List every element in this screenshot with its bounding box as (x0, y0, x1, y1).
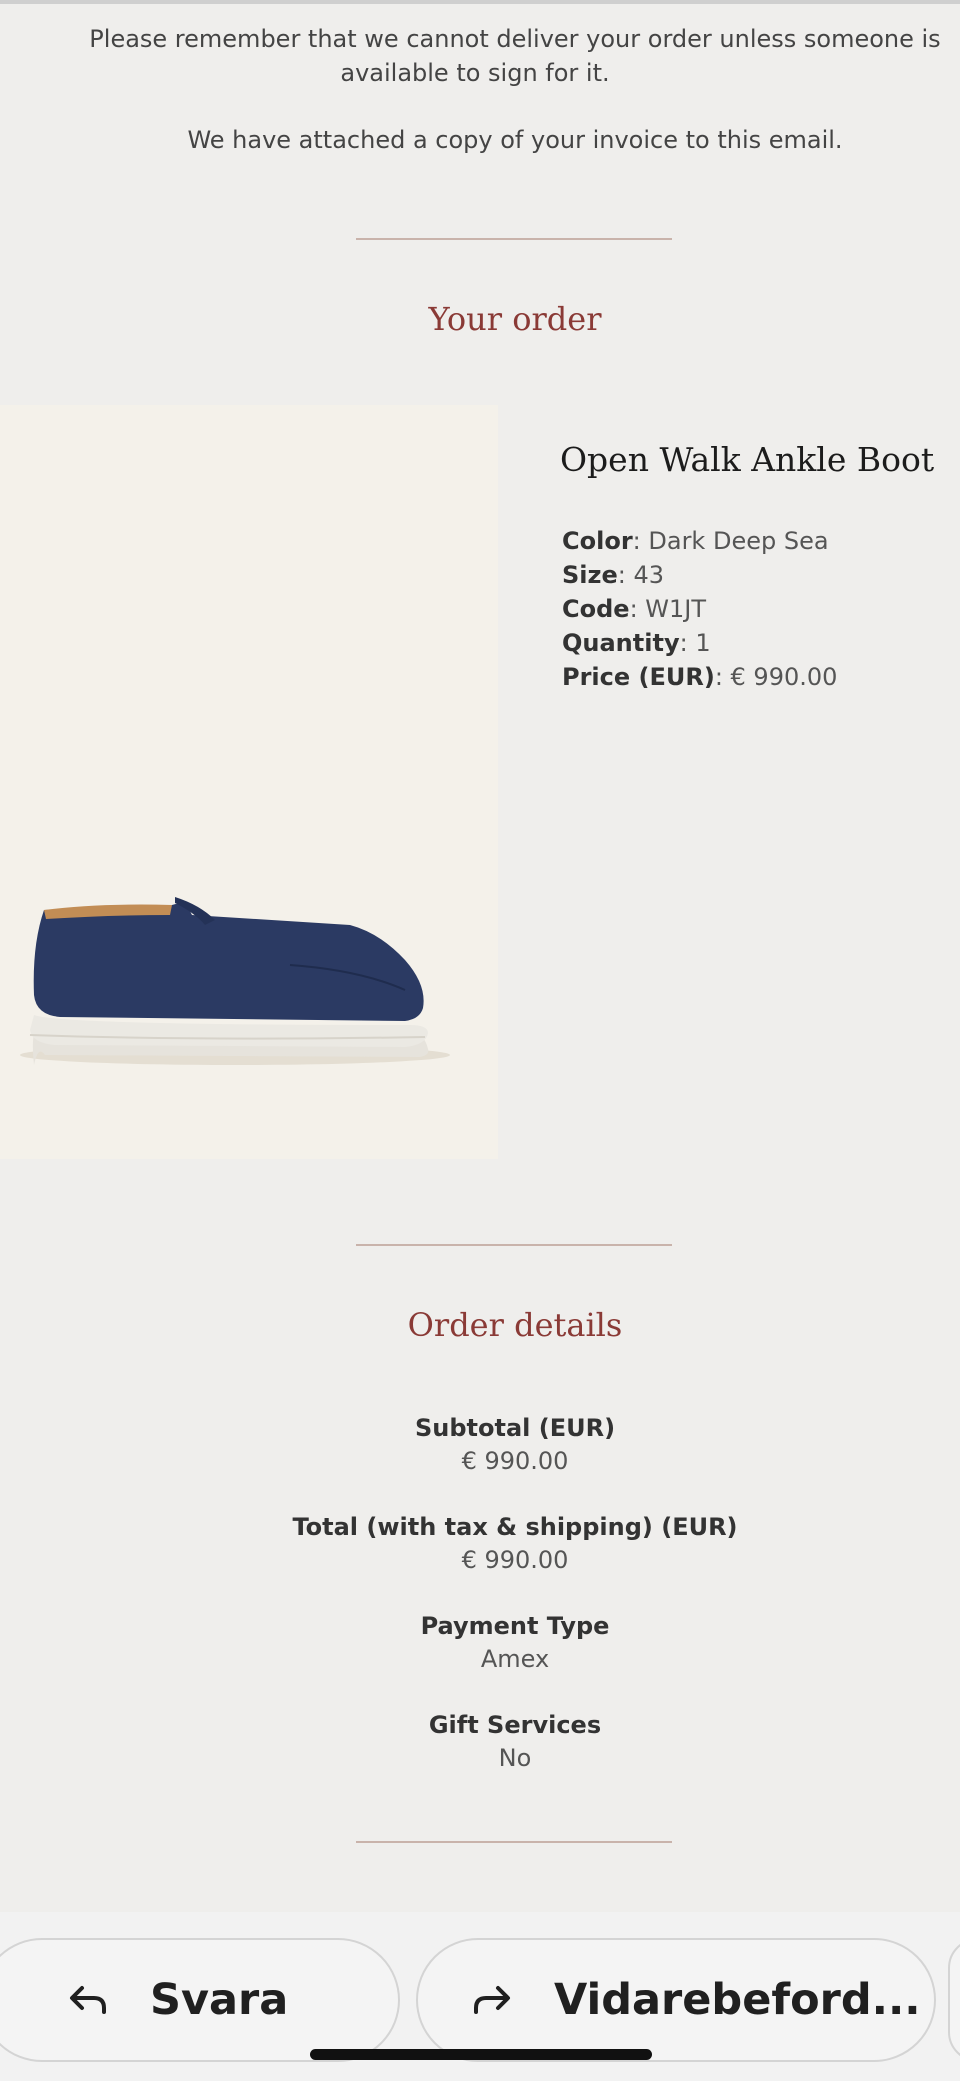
attr-price: Price (EUR): € 990.00 (562, 663, 838, 691)
attr-value: W1JT (645, 595, 707, 623)
attr-value: 1 (695, 629, 711, 657)
detail-gift-services: Gift Services No (0, 1709, 960, 1775)
reply-arrow-icon (70, 1986, 106, 2014)
detail-value: € 990.00 (461, 1447, 569, 1475)
detail-label: Payment Type (420, 1612, 610, 1640)
attr-code: Code: W1JT (562, 595, 707, 623)
reply-button[interactable]: Svara (0, 1938, 400, 2062)
home-indicator[interactable] (310, 2049, 652, 2060)
detail-subtotal: Subtotal (EUR) € 990.00 (0, 1412, 960, 1478)
detail-label: Subtotal (EUR) (414, 1414, 616, 1442)
product-name[interactable]: Open Walk Ankle Boot (560, 440, 934, 479)
order-details: Subtotal (EUR) € 990.00 Total (with tax … (0, 1412, 960, 1808)
email-body: Please remember that we cannot deliver y… (0, 0, 960, 1912)
attr-value: Dark Deep Sea (648, 527, 829, 555)
delivery-notice: Please remember that we cannot deliver y… (40, 22, 960, 90)
forward-label: Vidarebeford... (554, 1975, 921, 2025)
attr-value: 43 (633, 561, 665, 589)
forward-button[interactable]: Vidarebeford... (416, 1938, 936, 2062)
detail-total: Total (with tax & shipping) (EUR) € 990.… (0, 1511, 960, 1577)
detail-value: Amex (480, 1645, 550, 1673)
detail-label: Gift Services (428, 1711, 602, 1739)
attr-size: Size: 43 (562, 561, 665, 589)
your-order-heading: Your order (428, 300, 602, 338)
detail-label: Total (with tax & shipping) (EUR) (292, 1513, 738, 1541)
attr-value: € 990.00 (730, 663, 838, 691)
divider (356, 238, 672, 240)
attr-label: Color (562, 527, 633, 555)
attr-quantity: Quantity: 1 (562, 629, 711, 657)
product-attributes: Color: Dark Deep Sea Size: 43 Code: W1JT… (562, 524, 837, 694)
more-actions-button[interactable] (948, 1938, 960, 2062)
boot-image (20, 897, 450, 1065)
divider (356, 1244, 672, 1246)
delivery-notice-line1: Please remember that we cannot deliver y… (89, 25, 941, 53)
product-image[interactable] (0, 405, 498, 1159)
detail-value: € 990.00 (461, 1546, 569, 1574)
detail-value: No (498, 1744, 532, 1772)
divider (356, 1841, 672, 1843)
invoice-attachment-note: We have attached a copy of your invoice … (187, 126, 843, 154)
attr-color: Color: Dark Deep Sea (562, 527, 829, 555)
attr-label: Price (EUR) (562, 663, 715, 691)
detail-payment-type: Payment Type Amex (0, 1610, 960, 1676)
forward-arrow-icon (474, 1986, 510, 2014)
order-details-heading: Order details (407, 1306, 623, 1344)
delivery-notice-line2: available to sign for it. (340, 59, 610, 87)
attr-label: Size (562, 561, 618, 589)
attr-label: Quantity (562, 629, 680, 657)
reply-label: Svara (150, 1975, 289, 2025)
attr-label: Code (562, 595, 630, 623)
